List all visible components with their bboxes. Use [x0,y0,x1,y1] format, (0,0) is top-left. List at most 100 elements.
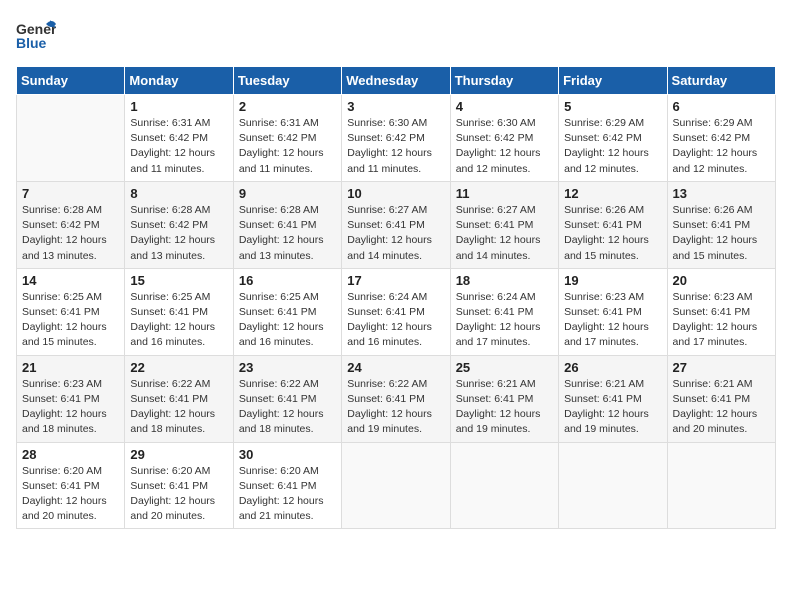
weekday-header-wednesday: Wednesday [342,67,450,95]
day-info: Sunrise: 6:20 AMSunset: 6:41 PMDaylight:… [239,464,336,525]
day-info: Sunrise: 6:23 AMSunset: 6:41 PMDaylight:… [564,290,661,351]
weekday-header-row: SundayMondayTuesdayWednesdayThursdayFrid… [17,67,776,95]
calendar-cell [342,442,450,529]
day-info: Sunrise: 6:29 AMSunset: 6:42 PMDaylight:… [673,116,770,177]
day-number: 2 [239,99,336,114]
day-info: Sunrise: 6:22 AMSunset: 6:41 PMDaylight:… [347,377,444,438]
day-number: 27 [673,360,770,375]
day-info: Sunrise: 6:28 AMSunset: 6:42 PMDaylight:… [22,203,119,264]
calendar-cell: 24 Sunrise: 6:22 AMSunset: 6:41 PMDayligh… [342,355,450,442]
day-info: Sunrise: 6:25 AMSunset: 6:41 PMDaylight:… [239,290,336,351]
calendar-cell: 1 Sunrise: 6:31 AMSunset: 6:42 PMDaylight… [125,95,233,182]
day-info: Sunrise: 6:30 AMSunset: 6:42 PMDaylight:… [347,116,444,177]
calendar-cell: 19 Sunrise: 6:23 AMSunset: 6:41 PMDayligh… [559,268,667,355]
calendar-cell: 18 Sunrise: 6:24 AMSunset: 6:41 PMDayligh… [450,268,558,355]
calendar-cell: 22 Sunrise: 6:22 AMSunset: 6:41 PMDayligh… [125,355,233,442]
day-number: 4 [456,99,553,114]
calendar-cell: 20 Sunrise: 6:23 AMSunset: 6:41 PMDayligh… [667,268,775,355]
day-number: 7 [22,186,119,201]
page-header: General Blue [16,16,776,56]
calendar-cell [667,442,775,529]
calendar-cell: 16 Sunrise: 6:25 AMSunset: 6:41 PMDayligh… [233,268,341,355]
weekday-header-monday: Monday [125,67,233,95]
day-number: 28 [22,447,119,462]
day-info: Sunrise: 6:22 AMSunset: 6:41 PMDaylight:… [239,377,336,438]
day-number: 5 [564,99,661,114]
calendar-cell: 6 Sunrise: 6:29 AMSunset: 6:42 PMDaylight… [667,95,775,182]
day-number: 10 [347,186,444,201]
day-number: 12 [564,186,661,201]
day-info: Sunrise: 6:21 AMSunset: 6:41 PMDaylight:… [456,377,553,438]
day-number: 1 [130,99,227,114]
logo-icon: General Blue [16,16,56,56]
day-number: 8 [130,186,227,201]
day-number: 24 [347,360,444,375]
calendar-cell: 28 Sunrise: 6:20 AMSunset: 6:41 PMDayligh… [17,442,125,529]
calendar-cell [17,95,125,182]
calendar-cell: 10 Sunrise: 6:27 AMSunset: 6:41 PMDayligh… [342,181,450,268]
weekday-header-sunday: Sunday [17,67,125,95]
day-info: Sunrise: 6:29 AMSunset: 6:42 PMDaylight:… [564,116,661,177]
calendar-cell: 4 Sunrise: 6:30 AMSunset: 6:42 PMDaylight… [450,95,558,182]
day-number: 22 [130,360,227,375]
calendar-week-2: 7 Sunrise: 6:28 AMSunset: 6:42 PMDaylight… [17,181,776,268]
day-number: 18 [456,273,553,288]
day-number: 20 [673,273,770,288]
day-number: 14 [22,273,119,288]
calendar-cell: 29Sunrise: 6:20 AMSunset: 6:41 PMDayligh… [125,442,233,529]
day-info: Sunrise: 6:23 AMSunset: 6:41 PMDaylight:… [673,290,770,351]
calendar-cell: 13Sunrise: 6:26 AMSunset: 6:41 PMDayligh… [667,181,775,268]
calendar-week-4: 21 Sunrise: 6:23 AMSunset: 6:41 PMDayligh… [17,355,776,442]
day-info: Sunrise: 6:27 AMSunset: 6:41 PMDaylight:… [347,203,444,264]
day-number: 11 [456,186,553,201]
day-number: 9 [239,186,336,201]
day-number: 21 [22,360,119,375]
day-number: 30 [239,447,336,462]
calendar-cell: 27 Sunrise: 6:21 AMSunset: 6:41 PMDayligh… [667,355,775,442]
weekday-header-tuesday: Tuesday [233,67,341,95]
day-number: 25 [456,360,553,375]
day-info: Sunrise: 6:30 AMSunset: 6:42 PMDaylight:… [456,116,553,177]
day-info: Sunrise: 6:24 AMSunset: 6:41 PMDaylight:… [456,290,553,351]
calendar-cell [450,442,558,529]
day-info: Sunrise: 6:22 AMSunset: 6:41 PMDaylight:… [130,377,227,438]
logo-graphic: General Blue [16,16,56,56]
weekday-header-saturday: Saturday [667,67,775,95]
calendar-cell: 5 Sunrise: 6:29 AMSunset: 6:42 PMDaylight… [559,95,667,182]
day-number: 6 [673,99,770,114]
day-info: Sunrise: 6:28 AMSunset: 6:42 PMDaylight:… [130,203,227,264]
calendar-cell: 26Sunrise: 6:21 AMSunset: 6:41 PMDayligh… [559,355,667,442]
day-number: 16 [239,273,336,288]
calendar-cell: 3Sunrise: 6:30 AMSunset: 6:42 PMDaylight… [342,95,450,182]
day-info: Sunrise: 6:20 AMSunset: 6:41 PMDaylight:… [22,464,119,525]
calendar-cell: 17 Sunrise: 6:24 AMSunset: 6:41 PMDayligh… [342,268,450,355]
calendar-week-5: 28 Sunrise: 6:20 AMSunset: 6:41 PMDayligh… [17,442,776,529]
day-info: Sunrise: 6:23 AMSunset: 6:41 PMDaylight:… [22,377,119,438]
calendar-cell: 30 Sunrise: 6:20 AMSunset: 6:41 PMDayligh… [233,442,341,529]
calendar-cell: 15 Sunrise: 6:25 AMSunset: 6:41 PMDayligh… [125,268,233,355]
calendar-cell: 8 Sunrise: 6:28 AMSunset: 6:42 PMDaylight… [125,181,233,268]
day-info: Sunrise: 6:25 AMSunset: 6:41 PMDaylight:… [22,290,119,351]
day-info: Sunrise: 6:27 AMSunset: 6:41 PMDaylight:… [456,203,553,264]
calendar-cell: 25 Sunrise: 6:21 AMSunset: 6:41 PMDayligh… [450,355,558,442]
calendar-cell: 12Sunrise: 6:26 AMSunset: 6:41 PMDayligh… [559,181,667,268]
calendar-week-3: 14 Sunrise: 6:25 AMSunset: 6:41 PMDayligh… [17,268,776,355]
calendar-cell: 14 Sunrise: 6:25 AMSunset: 6:41 PMDayligh… [17,268,125,355]
calendar-cell: 11 Sunrise: 6:27 AMSunset: 6:41 PMDayligh… [450,181,558,268]
calendar-cell: 21 Sunrise: 6:23 AMSunset: 6:41 PMDayligh… [17,355,125,442]
day-number: 15 [130,273,227,288]
day-number: 19 [564,273,661,288]
weekday-header-thursday: Thursday [450,67,558,95]
day-number: 17 [347,273,444,288]
day-info: Sunrise: 6:24 AMSunset: 6:41 PMDaylight:… [347,290,444,351]
day-number: 13 [673,186,770,201]
day-info: Sunrise: 6:28 AMSunset: 6:41 PMDaylight:… [239,203,336,264]
logo: General Blue [16,16,56,56]
day-number: 23 [239,360,336,375]
calendar-table: SundayMondayTuesdayWednesdayThursdayFrid… [16,66,776,529]
day-info: Sunrise: 6:21 AMSunset: 6:41 PMDaylight:… [673,377,770,438]
day-info: Sunrise: 6:25 AMSunset: 6:41 PMDaylight:… [130,290,227,351]
day-number: 26 [564,360,661,375]
day-info: Sunrise: 6:31 AMSunset: 6:42 PMDaylight:… [130,116,227,177]
calendar-cell: 9 Sunrise: 6:28 AMSunset: 6:41 PMDaylight… [233,181,341,268]
